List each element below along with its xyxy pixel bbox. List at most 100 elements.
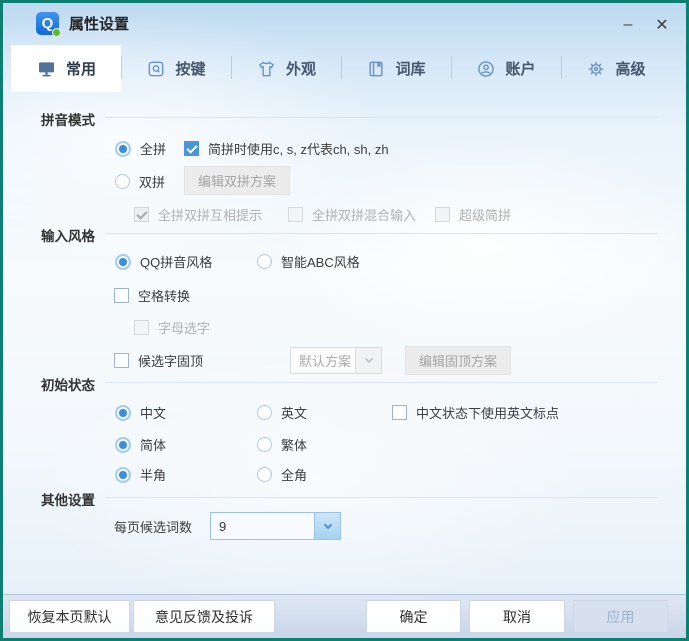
tab-keys[interactable]: 按键 [121,45,231,92]
checkbox-label: 候选字固顶 [138,351,203,370]
radio-label: 智能ABC风格 [281,252,360,271]
radio-dot [115,174,130,189]
tab-label: 高级 [615,58,645,79]
gear-icon [586,59,606,79]
checkbox-space-convert[interactable]: 空格转换 [114,286,190,305]
checkbox-english-punct[interactable]: 中文状态下使用英文标点 [392,403,559,422]
radio-dot [115,405,131,421]
radio-full-width[interactable]: 全角 [257,465,307,484]
radio-dot [115,437,131,453]
checkbox-box [114,288,129,303]
tab-dictionary[interactable]: 词库 [341,45,451,92]
radio-quanpin[interactable]: 全拼 [115,139,166,158]
tab-advanced[interactable]: 高级 [561,45,671,92]
select-value: 默认方案 [291,348,355,373]
tab-label: 词库 [395,58,425,79]
radio-chinese[interactable]: 中文 [115,403,166,422]
section-divider [105,382,657,383]
checkbox-candidate-pin[interactable]: 候选字固顶 [114,351,203,370]
radio-label: 中文 [140,403,166,422]
radio-abc-style[interactable]: 智能ABC风格 [257,252,360,271]
checkbox-box [184,141,199,156]
checkbox-box [392,405,407,420]
radio-half-width[interactable]: 半角 [115,465,166,484]
radio-dot [115,254,131,270]
section-title-pinyin-mode: 拼音模式 [41,109,95,129]
tab-common[interactable]: 常用 [11,45,121,92]
tab-label: 外观 [286,58,316,79]
radio-shuangpin[interactable]: 双拼 [115,172,165,191]
close-button[interactable]: ✕ [649,13,675,37]
candidates-per-page-select[interactable]: 9 [210,512,341,540]
checkbox-mixed-input[interactable]: 全拼双拼混合输入 [288,205,416,224]
checkbox-label: 空格转换 [138,286,190,305]
radio-dot [257,254,272,269]
radio-dot [257,405,272,420]
checkbox-box [134,207,149,222]
edit-pin-scheme-button[interactable]: 编辑固顶方案 [405,346,511,375]
titlebar: Q 属性设置 [36,12,129,35]
checkbox-mutual-hint[interactable]: 全拼双拼互相提示 [134,205,262,224]
checkbox-label: 全拼双拼混合输入 [312,205,416,224]
radio-dot [115,141,131,157]
radio-label: 英文 [281,403,307,422]
tab-appearance[interactable]: 外观 [231,45,341,92]
tab-label: 账户 [505,58,535,79]
tab-label: 按键 [175,58,205,79]
tab-account[interactable]: 账户 [451,45,561,92]
candidates-per-page-label: 每页候选词数 [114,517,192,536]
monitor-icon [36,59,57,79]
account-icon [476,59,496,79]
properties-dialog: Q 属性设置 – ✕ 常用 按键 外观 [0,0,689,641]
radio-dot [257,467,272,482]
key-icon [146,59,166,79]
checkbox-jianpin-csz[interactable]: 简拼时使用c, s, z代表ch, sh, zh [184,139,389,158]
checkbox-label: 简拼时使用c, s, z代表ch, sh, zh [208,139,389,158]
radio-label: 全角 [281,465,307,484]
minimize-button[interactable]: – [615,13,641,37]
ok-button[interactable]: 确定 [366,600,461,633]
tshirt-icon [256,59,277,79]
qq-pinyin-logo-icon: Q [36,12,59,35]
chevron-down-icon [314,513,340,539]
apply-button[interactable]: 应用 [573,600,668,633]
radio-english[interactable]: 英文 [257,403,307,422]
footer-bar: 恢复本页默认 意见反馈及投诉 确定 取消 应用 [3,594,686,638]
radio-label: 简体 [140,435,166,454]
select-value: 9 [211,513,314,539]
radio-qq-style[interactable]: QQ拼音风格 [115,252,212,271]
checkbox-box [435,207,450,222]
radio-simplified[interactable]: 简体 [115,435,166,454]
window-title: 属性设置 [69,13,129,34]
section-title-initial-state: 初始状态 [41,374,95,394]
checkbox-box [288,207,303,222]
radio-label: 半角 [140,465,166,484]
chevron-down-icon [355,348,381,373]
radio-traditional[interactable]: 繁体 [257,435,307,454]
checkbox-letter-select[interactable]: 字母选字 [134,318,210,337]
radio-label: QQ拼音风格 [140,252,212,271]
pin-scheme-select[interactable]: 默认方案 [290,347,382,374]
checkbox-label: 字母选字 [158,318,210,337]
section-divider [105,117,657,118]
tab-bar: 常用 按键 外观 词库 [11,45,671,92]
feedback-button[interactable]: 意见反馈及投诉 [133,600,275,633]
cancel-button[interactable]: 取消 [469,600,565,633]
radio-dot [257,437,272,452]
radio-label: 繁体 [281,435,307,454]
radio-dot [115,467,131,483]
section-title-input-style: 输入风格 [41,225,95,245]
checkbox-box [114,353,129,368]
radio-label: 双拼 [139,172,165,191]
checkbox-super-jianpin[interactable]: 超级简拼 [435,205,511,224]
edit-shuangpin-scheme-button[interactable]: 编辑双拼方案 [184,166,290,195]
restore-defaults-button[interactable]: 恢复本页默认 [9,600,130,633]
radio-label: 全拼 [140,139,166,158]
checkbox-label: 超级简拼 [459,205,511,224]
checkbox-box [134,320,149,335]
checkbox-label: 全拼双拼互相提示 [158,205,262,224]
checkbox-label: 中文状态下使用英文标点 [416,403,559,422]
section-divider [105,497,657,498]
tab-label: 常用 [66,58,96,79]
book-icon [366,59,386,79]
